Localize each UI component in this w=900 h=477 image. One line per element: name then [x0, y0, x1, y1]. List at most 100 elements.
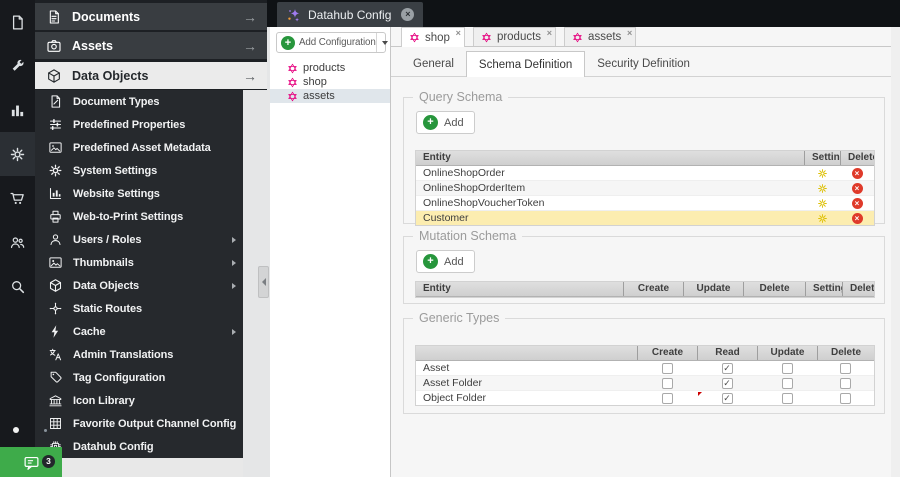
checkbox-create[interactable]: [661, 377, 673, 389]
column-header-create[interactable]: Create: [623, 282, 683, 296]
generic-row-asset[interactable]: Asset ✓: [416, 361, 874, 376]
subtab-security-definition[interactable]: Security Definition: [585, 52, 702, 76]
query-row-onlineshoporderitem[interactable]: OnlineShopOrderItem ×: [416, 181, 874, 196]
column-header-entity[interactable]: Entity: [416, 151, 804, 165]
grid-cell: [637, 361, 697, 375]
checkbox-read[interactable]: ✓: [721, 377, 733, 389]
delete-icon[interactable]: ×: [851, 212, 863, 224]
sidebar-item-predefined-asset-metadata[interactable]: Predefined Asset Metadata: [35, 136, 243, 159]
add-configuration-button[interactable]: + Add Configuration: [276, 32, 388, 53]
grid-cell: [804, 211, 840, 225]
grid-cell: Asset: [416, 361, 637, 375]
arrow-right-icon: →: [243, 67, 257, 84]
tab-assets[interactable]: assets ×: [564, 27, 637, 46]
sidebar-item-data-objects[interactable]: Data Objects: [35, 274, 243, 297]
column-header-create[interactable]: Create: [637, 346, 697, 360]
checkbox-update[interactable]: [781, 362, 793, 374]
rail-settings-button[interactable]: [0, 132, 35, 176]
column-header-update[interactable]: Update: [683, 282, 743, 296]
sidebar-item-thumbnails[interactable]: Thumbnails: [35, 251, 243, 274]
grid-cell: [817, 391, 874, 405]
collapse-handle[interactable]: [258, 266, 269, 298]
column-header-read[interactable]: Read: [697, 346, 757, 360]
tab-close-icon[interactable]: ×: [456, 29, 461, 38]
column-header-delete[interactable]: Delete: [840, 151, 874, 165]
tab-close-icon[interactable]: ×: [627, 29, 632, 38]
checkbox-delete[interactable]: [840, 392, 851, 404]
config-item-products[interactable]: products: [270, 61, 390, 75]
delete-icon[interactable]: ×: [851, 167, 863, 179]
settings-gear-icon[interactable]: [817, 168, 828, 179]
image-metadata-icon: [48, 140, 63, 155]
sidebar-item-label: Predefined Properties: [73, 118, 186, 131]
checkbox-update[interactable]: [781, 377, 793, 389]
settings-gear-icon[interactable]: [817, 183, 828, 194]
close-icon[interactable]: ×: [401, 8, 415, 21]
sidebar-item-tag-configuration[interactable]: Tag Configuration: [35, 366, 243, 389]
rail-ecommerce-button[interactable]: [0, 176, 35, 220]
query-add-button[interactable]: + Add: [416, 111, 475, 134]
sidebar-item-predefined-properties[interactable]: Predefined Properties: [35, 113, 243, 136]
editor-panel: shop × products × assets × General Schema Defi…: [391, 27, 891, 477]
tab-datahub-config[interactable]: Datahub Config ×: [277, 2, 424, 27]
sidebar-item-label: Datahub Config: [73, 440, 154, 453]
sidebar-item-admin-translations[interactable]: Admin Translations: [35, 343, 243, 366]
query-row-customer[interactable]: Customer ×: [416, 211, 874, 225]
rail-reports-button[interactable]: [0, 88, 35, 132]
checkbox-create[interactable]: [661, 362, 673, 374]
subtab-schema-definition[interactable]: Schema Definition: [465, 51, 586, 77]
query-schema-legend: Query Schema: [413, 90, 509, 104]
sidebar-item-cache[interactable]: Cache: [35, 320, 243, 343]
checkbox-update[interactable]: [781, 392, 793, 404]
checkbox-delete[interactable]: [840, 362, 851, 374]
delete-icon[interactable]: ×: [851, 197, 863, 209]
mutation-add-button[interactable]: + Add: [416, 250, 475, 273]
tab-close-icon[interactable]: ×: [547, 29, 552, 38]
tab-shop[interactable]: shop ×: [401, 27, 465, 47]
sidebar-section-data-objects[interactable]: Data Objects →: [35, 62, 267, 89]
column-header-delete[interactable]: Delete: [842, 282, 874, 296]
sidebar-item-document-types[interactable]: Document Types: [35, 90, 243, 113]
column-header-delete[interactable]: Delete: [743, 282, 805, 296]
sidebar-item-web-to-print-settings[interactable]: Web-to-Print Settings: [35, 205, 243, 228]
rail-tools-button[interactable]: [0, 44, 35, 88]
settings-gear-icon[interactable]: [817, 213, 828, 224]
checkbox-create[interactable]: [661, 392, 673, 404]
sidebar-section-assets[interactable]: Assets →: [35, 32, 267, 59]
column-header-entity[interactable]: Entity: [416, 282, 623, 296]
sidebar-item-icon-library[interactable]: Icon Library: [35, 389, 243, 412]
grid-cell: ✓: [697, 391, 757, 405]
sidebar-item-datahub-config[interactable]: Datahub Config: [35, 435, 243, 458]
query-row-onlineshoporder[interactable]: OnlineShopOrder ×: [416, 166, 874, 181]
sidebar-item-static-routes[interactable]: Static Routes: [35, 297, 243, 320]
checkbox-delete[interactable]: [840, 377, 851, 389]
grid-cell: ✓: [697, 361, 757, 375]
checkbox-read[interactable]: ✓: [721, 392, 733, 404]
notifications-chat-button[interactable]: 3: [0, 447, 62, 477]
arrow-right-icon: →: [243, 8, 257, 25]
settings-gear-icon[interactable]: [817, 198, 828, 209]
column-header-delete[interactable]: Delete: [817, 346, 874, 360]
config-item-assets[interactable]: assets: [270, 89, 390, 103]
column-header-settings[interactable]: Settings: [804, 151, 840, 165]
sidebar-item-system-settings[interactable]: System Settings: [35, 159, 243, 182]
query-row-onlineshopvouchertoken[interactable]: OnlineShopVoucherToken ×: [416, 196, 874, 211]
rail-users-button[interactable]: [0, 220, 35, 264]
sidebar-item-website-settings[interactable]: Website Settings: [35, 182, 243, 205]
bank-icon: [48, 393, 63, 408]
delete-icon[interactable]: ×: [851, 182, 863, 194]
config-item-shop[interactable]: shop: [270, 75, 390, 89]
sidebar-item-users-roles[interactable]: Users / Roles: [35, 228, 243, 251]
column-header-settings[interactable]: Settings: [805, 282, 842, 296]
generic-row-object-folder[interactable]: Object Folder ✓: [416, 391, 874, 405]
generic-row-asset-folder[interactable]: Asset Folder ✓: [416, 376, 874, 391]
checkbox-read[interactable]: ✓: [721, 362, 733, 374]
tab-products[interactable]: products ×: [472, 27, 557, 46]
rail-search-button[interactable]: [0, 264, 35, 308]
column-header-blank[interactable]: [416, 346, 637, 360]
subtab-general[interactable]: General: [401, 52, 466, 76]
sidebar-section-documents[interactable]: Documents →: [35, 3, 267, 30]
column-header-update[interactable]: Update: [757, 346, 817, 360]
rail-documents-button[interactable]: [0, 0, 35, 44]
sidebar-item-favorite-output-channel-configurations[interactable]: Favorite Output Channel Configurations: [35, 412, 243, 435]
